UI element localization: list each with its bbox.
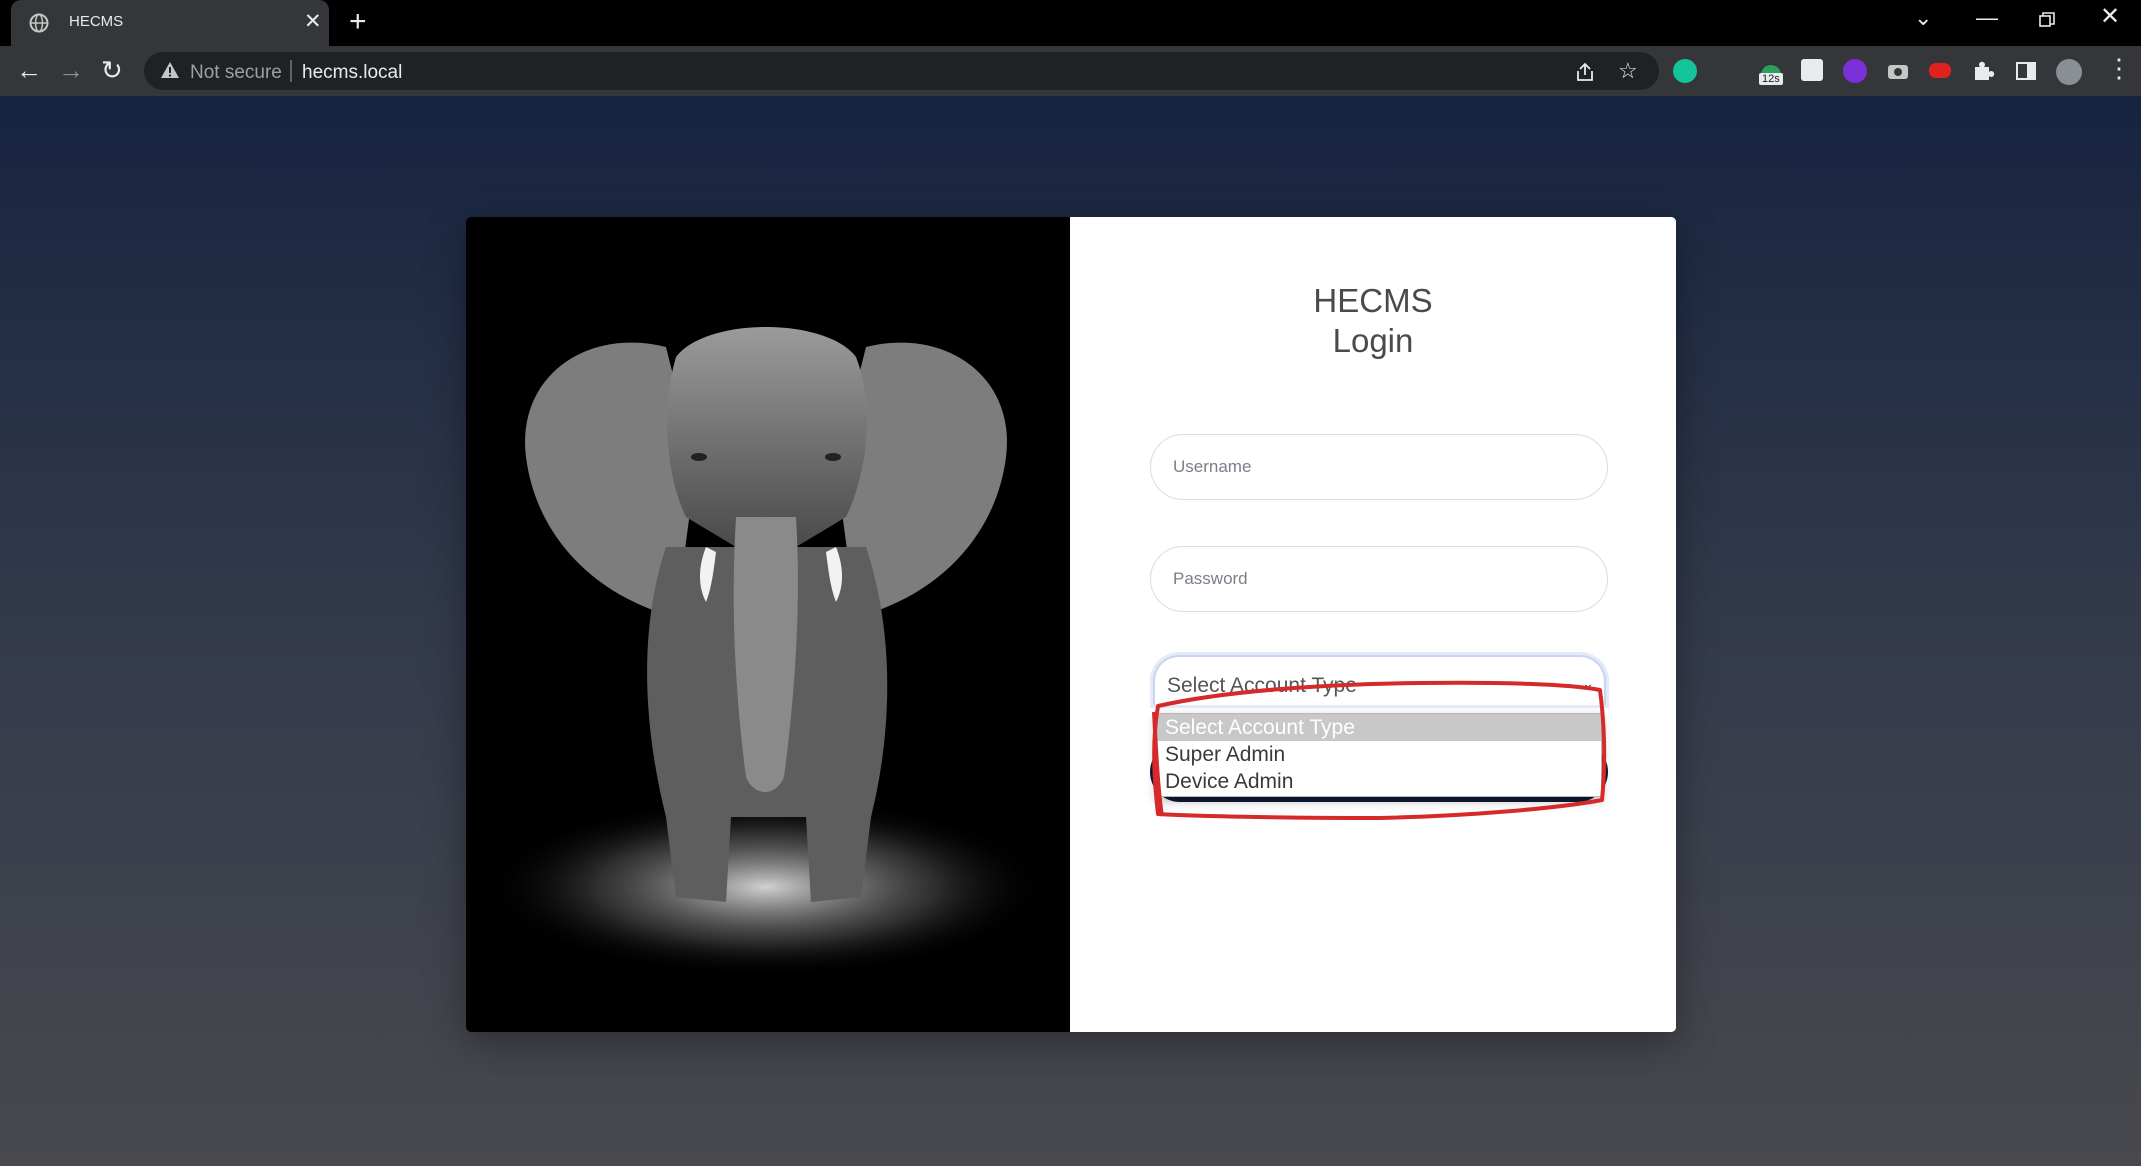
side-panel-icon[interactable] <box>2014 59 2038 83</box>
new-tab-button[interactable]: + <box>349 7 367 37</box>
password-placeholder: Password <box>1173 569 1248 588</box>
close-window-icon[interactable]: ✕ <box>2100 5 2120 29</box>
back-arrow-icon[interactable]: ← <box>16 56 42 84</box>
reload-icon[interactable]: ↻ <box>101 56 123 84</box>
option-device-admin[interactable]: Device Admin <box>1157 768 1601 795</box>
security-status[interactable]: Not secure <box>190 62 282 84</box>
omnibox-divider <box>290 60 292 82</box>
globe-icon <box>29 13 49 33</box>
login-form: HECMS Login Username Password Select Acc… <box>1070 217 1676 1032</box>
elephant-illustration <box>466 217 1070 1032</box>
restore-icon[interactable] <box>2039 12 2055 28</box>
tab-search-chevron-icon[interactable]: ⌄ <box>1914 6 1932 30</box>
login-card: HECMS Login Username Password Select Acc… <box>466 217 1676 1032</box>
address-bar[interactable]: Not secure hecms.local ☆ <box>144 52 1659 90</box>
menu-kebab-icon[interactable]: ⋮ <box>2106 54 2132 82</box>
bookmark-star-icon[interactable]: ☆ <box>1618 59 1638 83</box>
option-select-account-type[interactable]: Select Account Type <box>1157 714 1601 741</box>
browser-tab[interactable]: HECMS ✕ <box>11 0 329 46</box>
password-input[interactable]: Password <box>1150 546 1608 612</box>
account-type-selected-value: Select Account Type <box>1167 674 1357 697</box>
app-name: HECMS <box>1313 282 1433 319</box>
share-icon[interactable] <box>1574 61 1596 83</box>
username-placeholder: Username <box>1173 457 1252 476</box>
profile-avatar[interactable] <box>2056 59 2082 85</box>
page-background: HECMS Login Username Password Select Acc… <box>0 96 2141 1166</box>
browser-toolbar: ← → ↻ Not secure hecms.local ☆ 12s ⋮ <box>0 46 2141 96</box>
timer-badge: 12s <box>1759 73 1783 85</box>
camera-extension-icon[interactable] <box>1886 59 1910 83</box>
b-extension-icon[interactable] <box>1801 59 1823 81</box>
close-tab-icon[interactable]: ✕ <box>304 11 322 32</box>
account-type-select[interactable]: Select Account Type ⌄ <box>1153 655 1606 705</box>
url-text[interactable]: hecms.local <box>302 62 402 84</box>
elephant-image <box>466 217 1070 1032</box>
timer-extension-icon[interactable]: 12s <box>1757 57 1785 87</box>
crescent-extension-icon[interactable] <box>1715 59 1739 83</box>
chevron-down-icon: ⌄ <box>1582 675 1594 691</box>
username-input[interactable]: Username <box>1150 434 1608 500</box>
browser-tab-bar: HECMS ✕ + ⌄ — ✕ <box>0 0 2141 46</box>
grammarly-extension-icon[interactable] <box>1673 59 1697 83</box>
option-super-admin[interactable]: Super Admin <box>1157 741 1601 768</box>
minimize-icon[interactable]: — <box>1976 6 1998 30</box>
forward-arrow-icon[interactable]: → <box>58 56 84 84</box>
account-type-dropdown: Select Account Type Super Admin Device A… <box>1156 713 1602 797</box>
red-extension-icon[interactable] <box>1929 63 1951 78</box>
warning-icon <box>161 62 179 78</box>
login-heading: Login <box>1332 322 1414 359</box>
login-title: HECMS Login <box>1070 281 1676 361</box>
purple-extension-icon[interactable] <box>1843 59 1867 83</box>
tab-title: HECMS <box>69 13 124 30</box>
puzzle-extensions-icon[interactable] <box>1971 59 1995 83</box>
